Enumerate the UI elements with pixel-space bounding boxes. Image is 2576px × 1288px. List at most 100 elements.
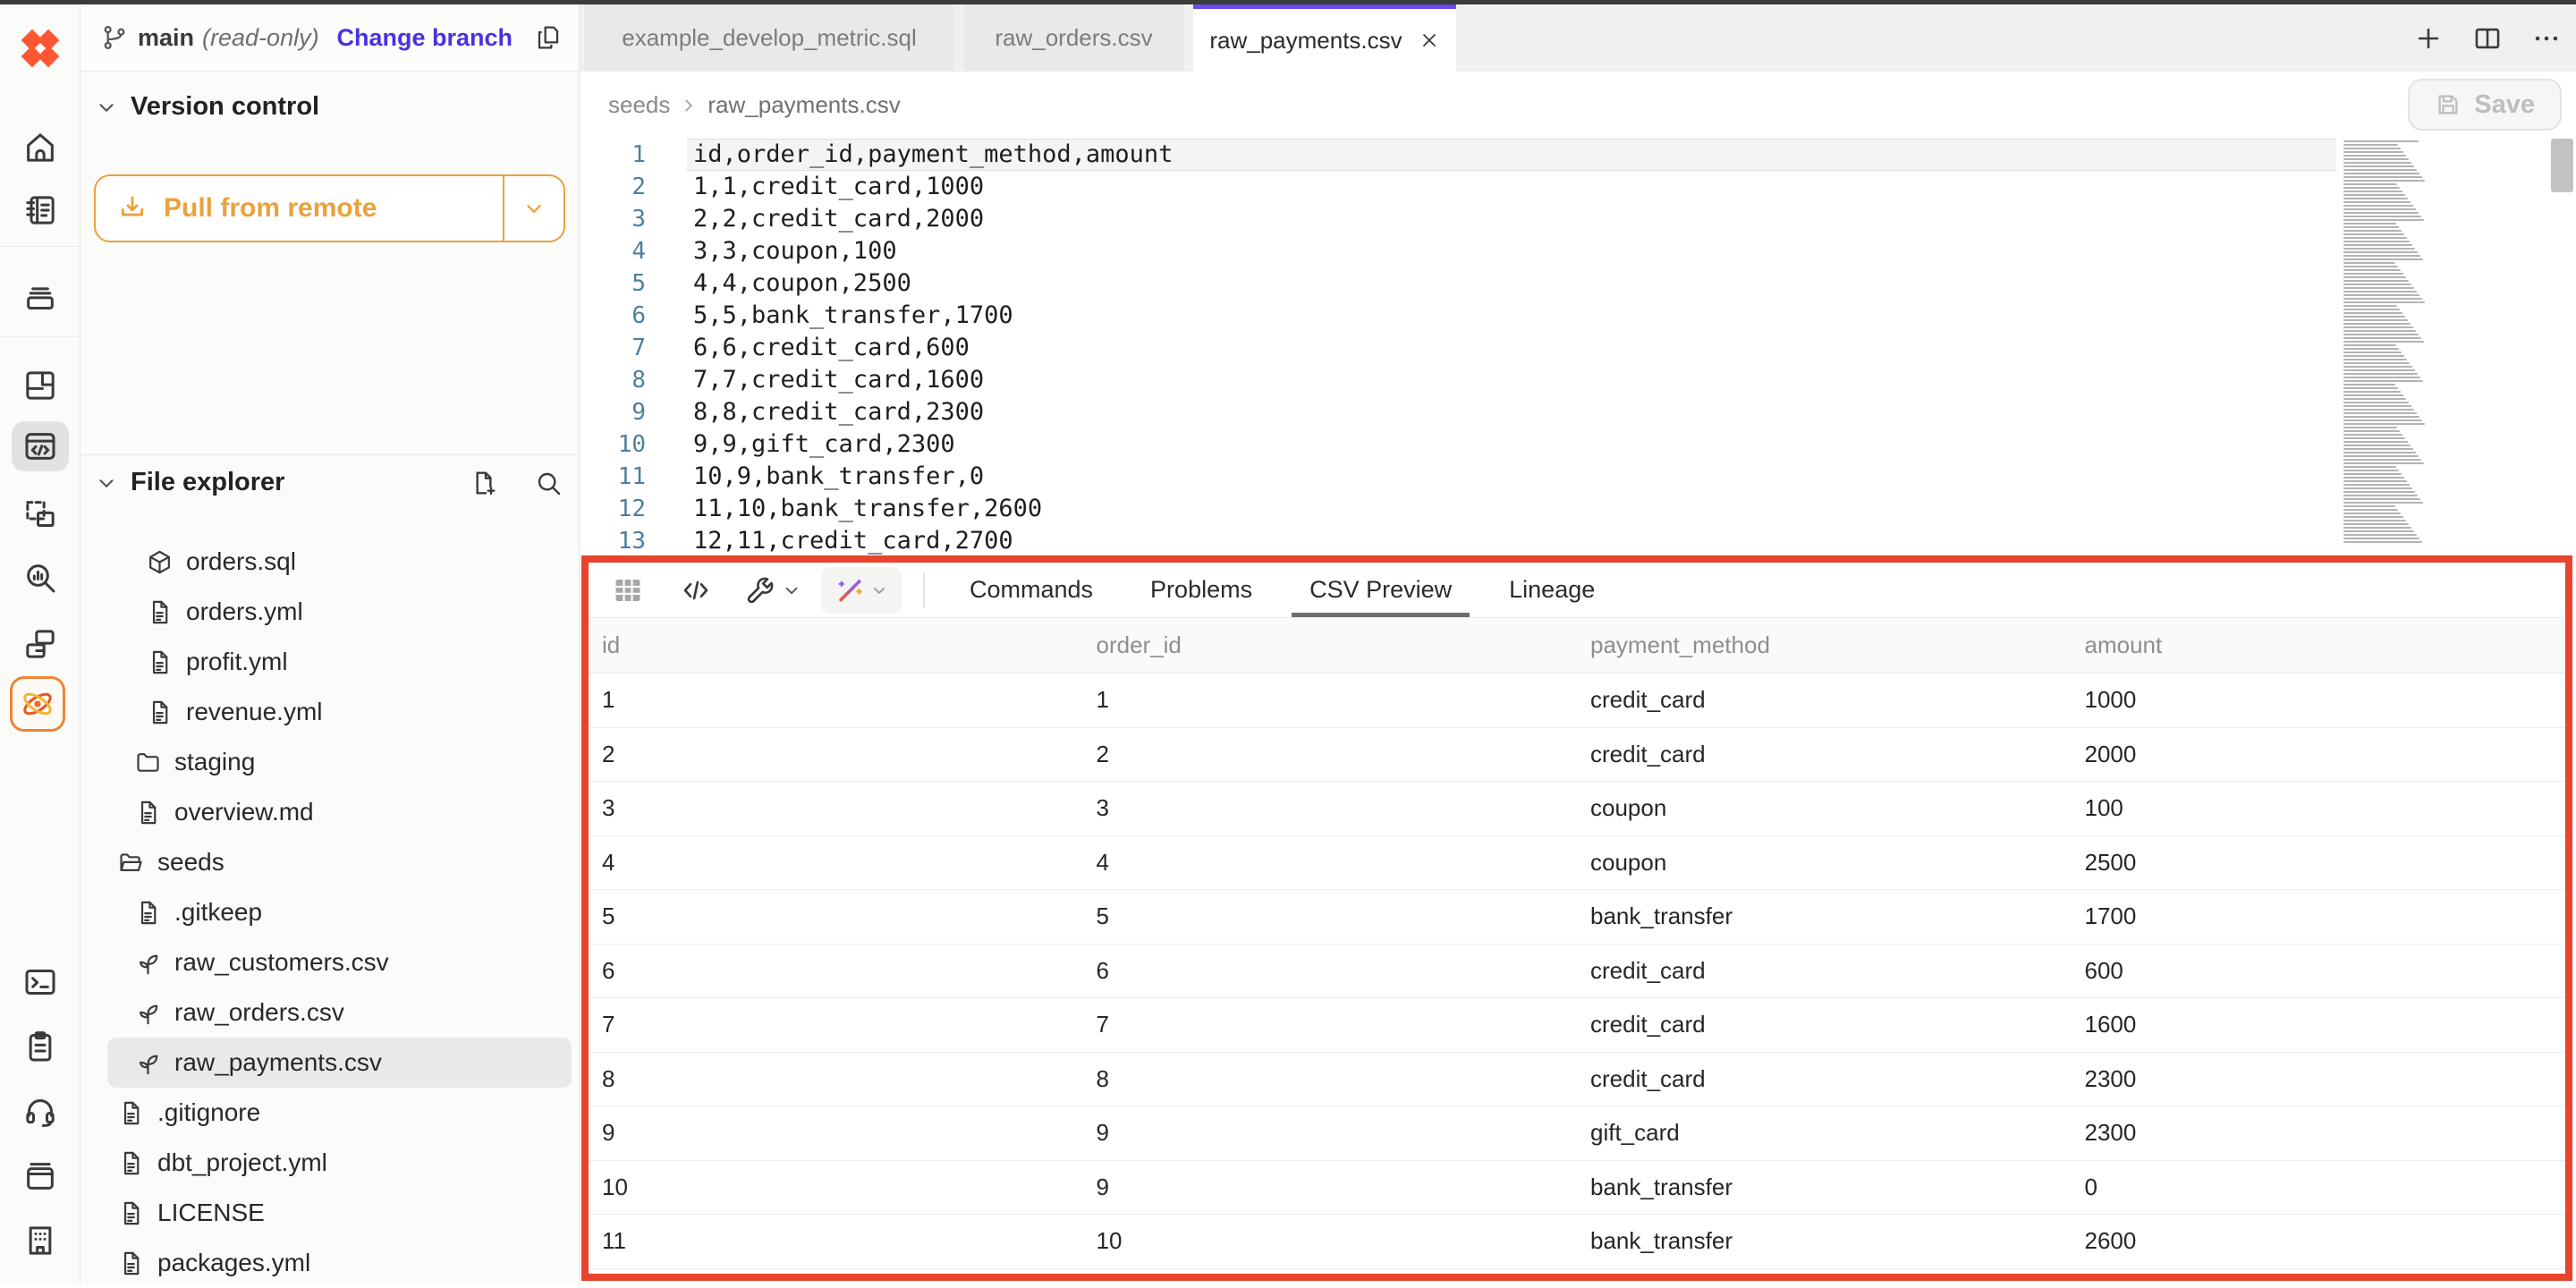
more-options-ellipsis-icon[interactable] [2531, 23, 2562, 54]
file-icon [146, 648, 174, 676]
pull-from-remote-button[interactable]: Pull from remote [94, 174, 565, 242]
explore-query-icon[interactable] [19, 556, 62, 599]
minimap-line [2343, 287, 2414, 289]
file-item[interactable]: LICENSE [107, 1188, 572, 1238]
csv-row: 11credit_card1000 [589, 674, 2565, 728]
chevron-down-icon[interactable] [782, 580, 801, 600]
code-editor-icon-active[interactable] [12, 421, 69, 471]
save-button[interactable]: Save [2408, 79, 2562, 131]
panel-tab-problems[interactable]: Problems [1122, 563, 1281, 617]
pull-button-label: Pull from remote [164, 193, 377, 224]
canvas-icon[interactable] [19, 493, 62, 536]
dashboard-icon[interactable] [19, 364, 62, 407]
file-item[interactable]: seeds [107, 837, 572, 887]
split-editor-icon[interactable] [2472, 23, 2503, 54]
column-header[interactable]: payment_method [1577, 631, 2072, 659]
csv-cell: 100 [2072, 794, 2566, 822]
minimap-line [2343, 502, 2423, 504]
copy-docs-icon[interactable] [534, 23, 563, 52]
file-item[interactable]: raw_payments.csv [107, 1038, 572, 1088]
code-line: 7,7,credit_card,1600 [693, 364, 2333, 396]
csv-cell: 8 [589, 1065, 1083, 1093]
bottom-panel-highlighted: CommandsProblemsCSV PreviewLineage idord… [581, 555, 2572, 1281]
minimap-line [2343, 337, 2421, 339]
minimap-line [2343, 480, 2407, 482]
build-wrench-icon[interactable] [744, 574, 776, 606]
minimap-line [2343, 183, 2397, 185]
minimap-line [2343, 434, 2402, 436]
code-line: 11,10,bank_transfer,2600 [693, 493, 2333, 525]
minimap-line [2343, 448, 2413, 450]
terminal-icon[interactable] [19, 961, 62, 1004]
csv-cell: 4 [589, 849, 1083, 877]
minimap-line [2343, 319, 2408, 321]
line-number: 7 [580, 332, 678, 364]
apps-windows-icon[interactable] [19, 623, 62, 665]
headset-support-icon[interactable] [19, 1090, 62, 1133]
csv-cell: 3 [589, 794, 1083, 822]
new-file-icon[interactable] [470, 469, 498, 497]
code-editor[interactable]: 12345678910111213 id,order_id,payment_me… [580, 139, 2576, 555]
minimap-line [2343, 248, 2415, 250]
file-icon [134, 899, 162, 927]
column-header[interactable]: order_id [1083, 631, 1578, 659]
csv-cell: 2300 [2072, 1119, 2566, 1147]
editor-scrollbar[interactable] [2551, 139, 2573, 555]
csv-preview-header-row: idorder_idpayment_methodamount [589, 617, 2565, 674]
organization-building-icon[interactable] [19, 1219, 62, 1262]
minimap-line [2343, 344, 2396, 346]
line-number: 4 [580, 235, 678, 267]
editor-tab[interactable]: raw_payments.csv [1193, 4, 1456, 72]
file-item[interactable]: dbt_project.yml [107, 1138, 572, 1188]
line-number: 12 [580, 493, 678, 525]
file-item[interactable]: .gitkeep [107, 887, 572, 937]
column-header[interactable]: amount [2072, 631, 2566, 659]
file-name: .gitkeep [174, 898, 262, 927]
book-docs-icon[interactable] [19, 1155, 62, 1198]
csv-cell: 2300 [2072, 1065, 2566, 1093]
pull-dropdown-caret[interactable] [503, 176, 564, 241]
ai-magic-wand-button[interactable] [821, 567, 902, 614]
version-control-header[interactable]: Version control [95, 92, 319, 122]
clipboard-icon[interactable] [19, 1025, 62, 1068]
notebook-icon[interactable] [19, 189, 62, 232]
panel-tab-commands[interactable]: Commands [941, 563, 1122, 617]
editor-tab[interactable]: raw_orders.csv [963, 4, 1184, 72]
panel-tab-lineage[interactable]: Lineage [1480, 563, 1623, 617]
file-item[interactable]: raw_customers.csv [107, 937, 572, 987]
results-table-icon[interactable] [612, 574, 644, 606]
magic-wand-icon [835, 575, 865, 606]
scrollbar-thumb[interactable] [2551, 139, 2573, 192]
file-name: LICENSE [157, 1199, 265, 1227]
compiled-code-icon[interactable] [680, 574, 712, 606]
file-item[interactable]: raw_orders.csv [107, 987, 572, 1038]
line-number: 2 [580, 171, 678, 203]
minimap-line [2343, 330, 2416, 332]
breadcrumb-folder[interactable]: seeds [608, 91, 670, 119]
home-icon[interactable] [19, 126, 62, 169]
file-explorer-header[interactable]: File explorer [95, 468, 563, 497]
file-item[interactable]: staging [107, 737, 572, 787]
editor-content[interactable]: id,order_id,payment_method,amount1,1,cre… [693, 139, 2333, 555]
close-icon[interactable] [1419, 30, 1440, 51]
editor-minimap[interactable] [2343, 140, 2549, 545]
csv-cell: 2000 [2072, 741, 2566, 768]
editor-tab[interactable]: example_develop_metric.sql [584, 4, 954, 72]
file-item[interactable]: packages.yml [107, 1238, 572, 1288]
file-name: packages.yml [157, 1249, 310, 1277]
file-item[interactable]: orders.yml [107, 587, 572, 637]
panel-tab-csv-preview[interactable]: CSV Preview [1281, 563, 1480, 617]
file-item[interactable]: profit.yml [107, 637, 572, 687]
minimap-line [2343, 412, 2417, 414]
ai-atom-icon[interactable] [10, 676, 65, 732]
new-tab-plus-icon[interactable] [2413, 23, 2444, 54]
file-name: orders.sql [186, 547, 296, 576]
column-header[interactable]: id [589, 631, 1083, 659]
file-item[interactable]: revenue.yml [107, 687, 572, 737]
file-item[interactable]: overview.md [107, 787, 572, 837]
change-branch-link[interactable]: Change branch [336, 24, 513, 52]
search-icon[interactable] [534, 469, 563, 497]
file-item[interactable]: .gitignore [107, 1088, 572, 1138]
file-item[interactable]: orders.sql [107, 537, 572, 587]
stack-icon[interactable] [19, 275, 62, 318]
